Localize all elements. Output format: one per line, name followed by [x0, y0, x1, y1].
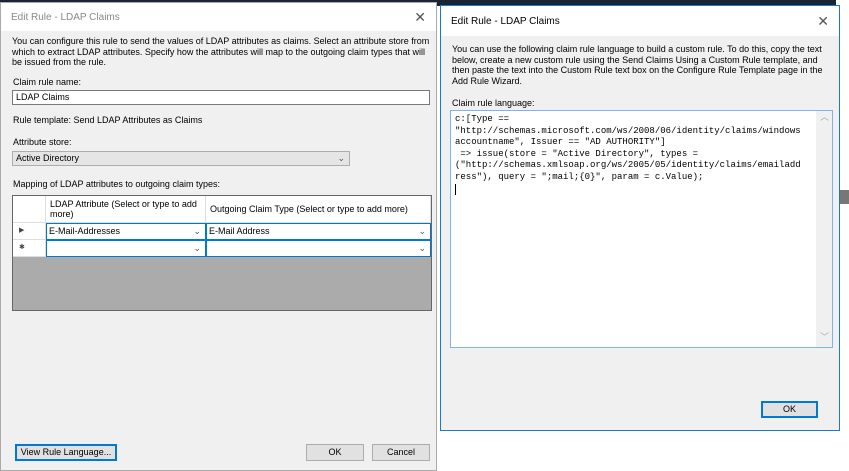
ldap-attribute-cell[interactable]: E-Mail-Addresses ⌄: [46, 223, 206, 240]
chevron-down-icon: ⌄: [193, 243, 201, 253]
grid-corner: [13, 196, 46, 223]
chevron-down-icon: ⌄: [337, 153, 345, 163]
title-bar: Edit Rule - LDAP Claims ✕: [441, 6, 839, 36]
ok-button[interactable]: OK: [306, 444, 364, 461]
close-icon[interactable]: ✕: [414, 9, 426, 26]
close-icon[interactable]: ✕: [817, 13, 829, 30]
chevron-down-icon: ⌄: [193, 226, 201, 236]
edit-rule-dialog: Edit Rule - LDAP Claims ✕ You can config…: [0, 2, 437, 471]
title-bar: Edit Rule - LDAP Claims ✕: [1, 3, 436, 31]
chevron-down-icon: ⌄: [418, 243, 426, 253]
claim-type-value: E-Mail Address: [209, 226, 270, 236]
ok-button[interactable]: OK: [761, 401, 818, 418]
column-header-ldap[interactable]: LDAP Attribute (Select or type to add mo…: [46, 196, 206, 223]
description: You can configure this rule to send the …: [12, 36, 430, 67]
dialog-title: Edit Rule - LDAP Claims: [11, 11, 120, 23]
claim-rule-name-input[interactable]: LDAP Claims: [12, 90, 430, 105]
scroll-up-icon[interactable]: ︿: [820, 113, 829, 125]
attribute-store-value: Active Directory: [16, 153, 80, 163]
cancel-button[interactable]: Cancel: [372, 444, 430, 461]
scrollbar[interactable]: ︿ ﹀: [816, 111, 832, 347]
row-header-new[interactable]: ✱: [13, 240, 46, 257]
ldap-attribute-value: E-Mail-Addresses: [49, 226, 121, 236]
claim-type-cell-new[interactable]: ⌄: [206, 240, 431, 257]
rule-language-dialog: Edit Rule - LDAP Claims ✕ You can use th…: [440, 5, 840, 431]
claim-rule-code: c:[Type == "http://schemas.microsoft.com…: [455, 114, 801, 182]
column-header-claim[interactable]: Outgoing Claim Type (Select or type to a…: [206, 196, 431, 223]
ldap-attribute-cell-new[interactable]: ⌄: [46, 240, 206, 257]
mapping-grid: LDAP Attribute (Select or type to add mo…: [12, 195, 432, 311]
claim-rule-name-label: Claim rule name:: [13, 77, 82, 87]
rule-template-text: Rule template: Send LDAP Attributes as C…: [13, 115, 203, 125]
row-header-current[interactable]: ▶: [13, 223, 46, 240]
claim-type-cell[interactable]: E-Mail Address ⌄: [206, 223, 431, 240]
chevron-down-icon: ⌄: [418, 226, 426, 236]
view-rule-language-button[interactable]: View Rule Language...: [15, 444, 117, 461]
claim-rule-language-textbox[interactable]: c:[Type == "http://schemas.microsoft.com…: [450, 110, 833, 348]
attribute-store-select[interactable]: Active Directory ⌄: [12, 151, 350, 166]
attribute-store-label: Attribute store:: [13, 137, 72, 147]
dialog-title: Edit Rule - LDAP Claims: [451, 15, 560, 27]
description: You can use the following claim rule lan…: [452, 44, 823, 86]
scroll-down-icon[interactable]: ﹀: [820, 333, 829, 345]
mapping-label: Mapping of LDAP attributes to outgoing c…: [13, 179, 220, 189]
text-cursor: [455, 183, 456, 195]
claim-rule-language-label: Claim rule language:: [452, 98, 535, 108]
